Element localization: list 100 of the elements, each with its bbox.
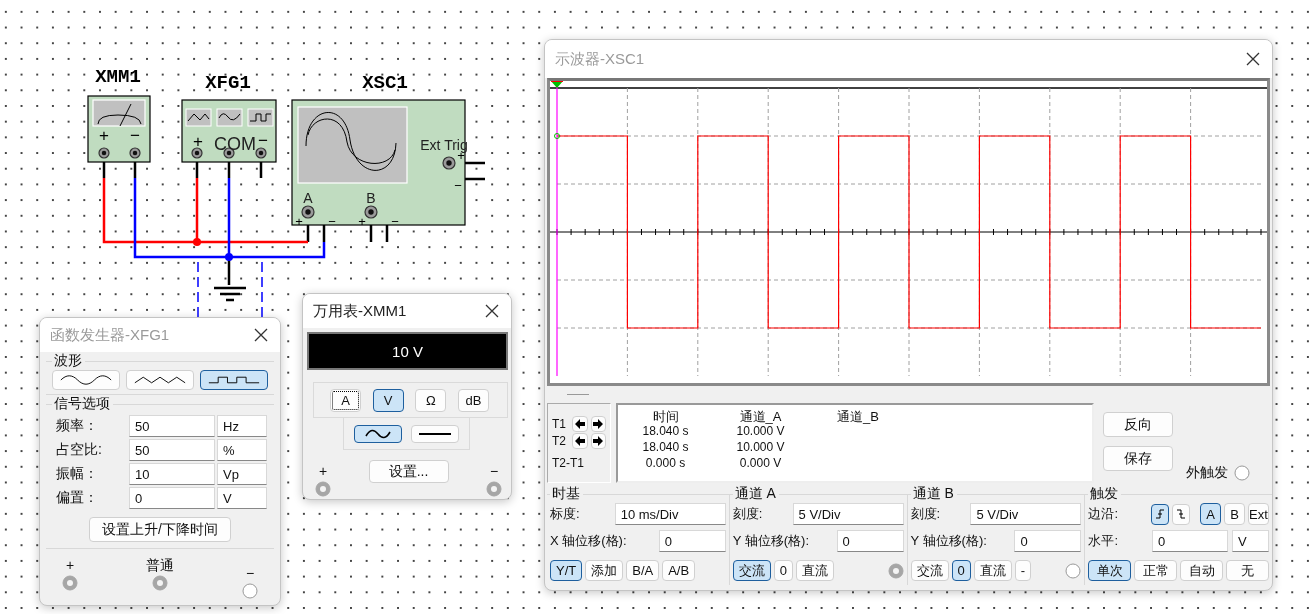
group-title: 波形 [53, 352, 83, 370]
cursor-left-button[interactable] [572, 416, 588, 432]
unit-field[interactable]: Vp [217, 463, 267, 485]
terminal-label: − [489, 463, 499, 479]
table-cell-text: 10.000 V [735, 440, 786, 456]
close-icon[interactable] [254, 328, 268, 342]
display-mode-button[interactable]: 添加 [585, 560, 624, 581]
column-header: 时间 [651, 408, 680, 424]
table-cell-text: 18.040 s [641, 440, 690, 456]
trigger-mode-button[interactable]: 单次 [1088, 560, 1132, 581]
display-mode-button[interactable]: Y/T [550, 560, 583, 581]
value-field[interactable]: 0 [1014, 530, 1082, 552]
group-title: 信号选项 [53, 395, 111, 413]
parameter-label: 偏置： [55, 488, 99, 507]
component-label: XMM1 [95, 66, 141, 88]
terminal-label: − [328, 214, 336, 229]
terminal-label: − [391, 214, 399, 229]
terminal-label: + [318, 463, 328, 479]
arrow-right-icon [593, 419, 604, 429]
value-field[interactable]: 0 [1152, 530, 1228, 552]
settings-button[interactable]: 设置... [368, 460, 449, 483]
close-icon[interactable] [1246, 52, 1260, 66]
value-field[interactable]: 5 V/Div [792, 503, 904, 525]
value-field[interactable]: 5 V/Div [970, 503, 1082, 525]
reverse-button[interactable]: 反向 [1103, 412, 1173, 437]
column-header: 通道_A [738, 408, 783, 424]
value-field[interactable]: 50 [129, 415, 215, 437]
field-label: 刻度: [910, 505, 941, 523]
coupling-button[interactable]: 0 [773, 560, 793, 581]
unit-field[interactable]: % [217, 439, 267, 461]
terminal-label: − [258, 131, 268, 150]
cursor-label: T2 [552, 434, 567, 448]
trigger-source-button[interactable]: A [1200, 503, 1221, 525]
cursor-right-button[interactable] [590, 416, 606, 432]
terminal-label: − [454, 178, 462, 193]
mode-button[interactable]: A [330, 388, 361, 412]
field-label: Y 轴位移(格): [732, 532, 810, 550]
ac-mode-button[interactable] [354, 424, 402, 443]
unit-field[interactable]: Hz [217, 415, 267, 437]
triangle-wave-icon [133, 374, 187, 386]
terminal-label: − [245, 565, 255, 581]
sine-wave-icon [59, 374, 113, 386]
unit-field[interactable]: V [217, 487, 267, 509]
rise-fall-time-button[interactable]: 设置上升/下降时间 [89, 517, 231, 542]
field-label: 边沿: [1088, 505, 1119, 523]
trigger-mode-button[interactable]: 正常 [1134, 560, 1178, 581]
column-header: 通道_B [836, 408, 880, 424]
value-field[interactable]: 0 [129, 487, 215, 509]
field-label: Y 轴位移(格): [910, 532, 987, 550]
value-field[interactable]: 0 [836, 530, 904, 552]
coupling-button[interactable]: 直流 [973, 560, 1012, 581]
value-field[interactable]: 10 ms/Div [614, 503, 726, 525]
mode-button[interactable]: Ω [415, 388, 447, 412]
cursor-right-button[interactable] [590, 433, 606, 449]
square-wave-icon [207, 374, 261, 386]
unit-field[interactable]: V [1232, 530, 1269, 552]
mode-button[interactable]: dB [457, 388, 489, 412]
display-mode-button[interactable]: B/A [626, 560, 660, 581]
coupling-button[interactable]: 交流 [732, 560, 771, 581]
rising-edge-button[interactable] [1151, 503, 1169, 525]
value-field[interactable]: 0 [658, 530, 726, 552]
close-icon[interactable] [485, 304, 499, 318]
dc-mode-button[interactable] [411, 424, 459, 443]
junction-dot [225, 253, 233, 261]
cursor-label: T2-T1 [552, 456, 585, 470]
table-cell-text: 10.000 V [735, 424, 786, 440]
trigger-source-button[interactable]: Ext [1248, 503, 1269, 525]
cursor-label: T1 [552, 417, 567, 431]
coupling-button[interactable]: 交流 [910, 560, 949, 581]
wave-icon [365, 428, 391, 439]
component-label: XSC1 [362, 72, 408, 94]
field-label: X 轴位移(格): [550, 532, 627, 550]
value-field[interactable]: 10 [129, 463, 215, 485]
table-cell-text: 18.040 s [641, 424, 690, 440]
window-title: 示波器-XSC1 [555, 49, 645, 69]
terminal-label: + [193, 132, 203, 151]
waveform-button[interactable] [200, 370, 268, 390]
falling-edge-button[interactable] [1172, 503, 1190, 525]
save-button[interactable]: 保存 [1103, 446, 1173, 471]
cursor-left-button[interactable] [572, 433, 588, 449]
component-label: XFG1 [205, 72, 251, 94]
coupling-button[interactable]: 直流 [795, 560, 834, 581]
meter-display: 10 V [307, 332, 508, 370]
coupling-button[interactable]: 0 [951, 560, 971, 581]
trigger-mode-button[interactable]: 自动 [1180, 560, 1224, 581]
field-label: 水平: [1088, 532, 1119, 550]
trigger-mode-button[interactable]: 无 [1226, 560, 1270, 581]
mode-button[interactable]: V [372, 388, 404, 412]
external-trigger-label: 外触发 [1186, 464, 1228, 482]
channel-label: A [303, 190, 313, 206]
value-field[interactable]: 50 [129, 439, 215, 461]
rising-edge-icon [1155, 508, 1165, 520]
invert-button[interactable]: - [1014, 560, 1032, 581]
line-icon [419, 431, 451, 436]
arrow-left-icon [574, 419, 585, 429]
terminal-label: + [99, 126, 109, 145]
channel-label: B [366, 190, 376, 206]
trigger-source-button[interactable]: B [1224, 503, 1245, 525]
parameter-label: 振幅： [55, 464, 99, 483]
display-mode-button[interactable]: A/B [662, 560, 696, 581]
